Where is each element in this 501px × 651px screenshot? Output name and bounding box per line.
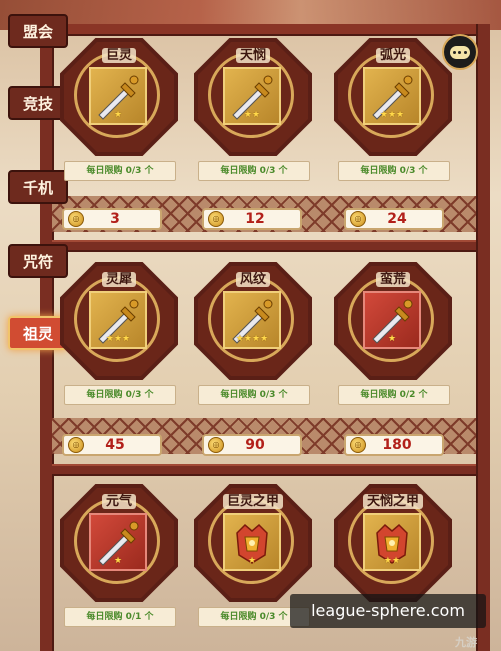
daily-limit: 每日限购 0/3 个 <box>198 385 310 405</box>
item-stars: ★ <box>247 556 257 566</box>
shop-item[interactable]: 天悯 ★★ 每日限购 0/3 个 <box>188 30 318 200</box>
price-button[interactable]: ◎ 180 <box>344 434 444 456</box>
item-name: 巨灵 <box>101 48 136 63</box>
price-value: 45 <box>105 437 125 453</box>
coin-icon: ◎ <box>208 211 224 227</box>
price-button[interactable]: ◎ 45 <box>62 434 162 456</box>
item-name: 风纹 <box>235 272 270 287</box>
coin-icon: ◎ <box>68 437 84 453</box>
shop-item[interactable]: 风纹 ★★★★ 每日限购 0/3 个 <box>188 254 318 424</box>
daily-limit: 每日限购 0/3 个 <box>198 161 310 181</box>
price-button[interactable]: ◎ 24 <box>344 208 444 230</box>
item-name: 元气 <box>101 494 136 509</box>
corner-logo: 九游 <box>455 636 477 649</box>
coin-icon: ◎ <box>208 437 224 453</box>
shop-item[interactable]: 蛮荒 ★ 每日限购 0/2 个 <box>328 254 458 424</box>
daily-limit: 每日限购 0/1 个 <box>64 607 176 627</box>
item-stars: ★★★ <box>105 334 131 344</box>
price-value: 90 <box>245 437 265 453</box>
price-value: 3 <box>110 211 120 227</box>
price-value: 24 <box>387 211 407 227</box>
item-stars: ★★ <box>243 110 261 120</box>
price-button[interactable]: ◎ 12 <box>202 208 302 230</box>
item-stars: ★ <box>113 110 123 120</box>
item-name: 蛮荒 <box>375 272 410 287</box>
shop-item[interactable]: 巨灵 ★ 每日限购 0/3 个 <box>54 30 184 200</box>
item-name: 灵犀 <box>101 272 136 287</box>
item-name: 巨灵之甲 <box>222 494 283 509</box>
shelf-right-post <box>476 24 490 651</box>
watermark: league-sphere.com <box>290 594 486 628</box>
coin-icon: ◎ <box>68 211 84 227</box>
shop-item[interactable]: 灵犀 ★★★ 每日限购 0/3 个 <box>54 254 184 424</box>
coin-icon: ◎ <box>350 437 366 453</box>
coin-icon: ◎ <box>350 211 366 227</box>
item-name: 天悯之甲 <box>362 494 423 509</box>
shelf-board-1 <box>52 240 476 252</box>
daily-limit: 每日限购 0/2 个 <box>338 385 450 405</box>
item-stars: ★ <box>387 334 397 344</box>
daily-limit: 每日限购 0/3 个 <box>338 161 450 181</box>
shelf-board-2 <box>52 464 476 476</box>
price-button[interactable]: ◎ 90 <box>202 434 302 456</box>
price-value: 12 <box>245 211 265 227</box>
shop-item[interactable]: 弧光 ★★★ 每日限购 0/3 个 <box>328 30 458 200</box>
daily-limit: 每日限购 0/3 个 <box>64 385 176 405</box>
item-name: 弧光 <box>375 48 410 63</box>
price-button[interactable]: ◎ 3 <box>62 208 162 230</box>
item-stars: ★★★★ <box>235 334 269 344</box>
item-stars: ★ <box>113 556 123 566</box>
item-stars: ★★★ <box>379 110 405 120</box>
daily-limit: 每日限购 0/3 个 <box>64 161 176 181</box>
shop-item[interactable]: 元气 ★ 每日限购 0/1 个 <box>54 476 184 646</box>
item-name: 天悯 <box>235 48 270 63</box>
item-stars: ★★ <box>383 556 401 566</box>
price-value: 180 <box>382 437 412 453</box>
